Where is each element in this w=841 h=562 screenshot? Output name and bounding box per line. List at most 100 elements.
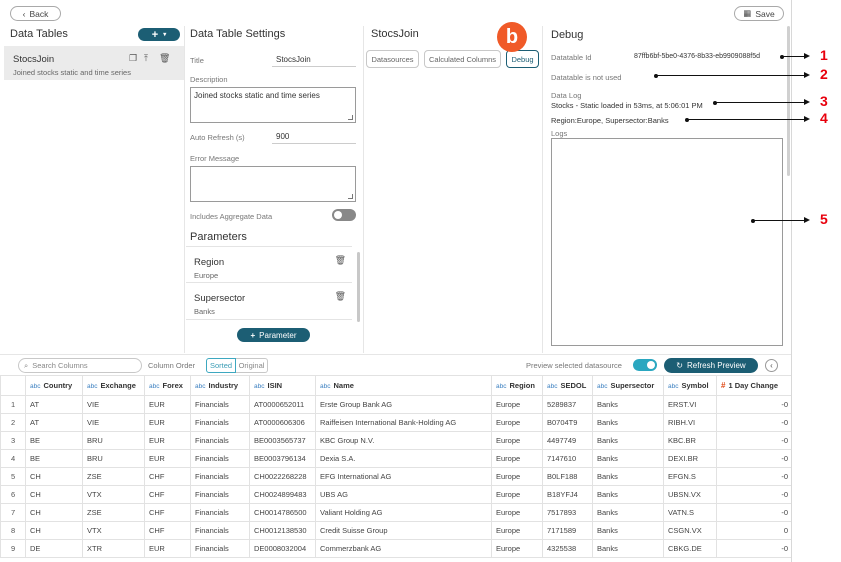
tab-debug[interactable]: Debug [506, 50, 539, 68]
table-cell: Europe [491, 449, 543, 468]
table-row[interactable]: 6 CH VTX CHF Financials CH0024899483 UBS AG Eur… [0, 485, 791, 504]
table-cell: CHF [144, 503, 191, 522]
table-row[interactable]: 9 DE XTR EUR Financials DE0008032004 Commerzba… [0, 539, 791, 558]
column-header[interactable]: abc Industry [190, 375, 250, 396]
table-cell: 4497749 [542, 431, 593, 450]
column-header-label: Country [43, 381, 73, 390]
column-header[interactable]: abc Exchange [82, 375, 145, 396]
refresh-preview-button[interactable]: ↻ Refresh Preview [664, 358, 758, 373]
logs-textarea[interactable] [551, 138, 783, 346]
table-cell: VIE [82, 413, 145, 432]
column-header[interactable]: abc SEDOL [542, 375, 593, 396]
column-header-label: Industry [208, 381, 239, 390]
table-row[interactable]: 3 BE BRU EUR Financials BE0003565737 KBC Group… [0, 431, 791, 450]
table-cell: CHF [144, 485, 191, 504]
text-type-icon: abc [496, 383, 507, 390]
column-header[interactable]: abc Supersector [592, 375, 664, 396]
debug-scrollbar[interactable] [787, 26, 790, 176]
table-cell: Financials [190, 467, 250, 486]
parameter-item-supersector[interactable]: Supersector Banks 🗑 [186, 283, 352, 320]
tab-datasources[interactable]: Datasources [366, 50, 419, 68]
column-header[interactable]: abc Symbol [663, 375, 717, 396]
arrow-icon [804, 72, 810, 78]
table-cell: CSGN.VX [663, 521, 717, 540]
table-cell: AT0000652011 [249, 395, 316, 414]
trash-icon[interactable]: 🗑 [159, 53, 170, 64]
error-message-textarea[interactable] [190, 166, 356, 202]
original-toggle[interactable]: Original [236, 358, 268, 373]
column-header[interactable]: abc Forex [144, 375, 191, 396]
column-header[interactable]: abc ISIN [249, 375, 316, 396]
table-cell: Raiffeisen International Bank-Holding AG [315, 413, 492, 432]
resize-handle-icon[interactable] [348, 194, 353, 199]
table-row[interactable]: 2 AT VIE EUR Financials AT0000606306 Raiffeise… [0, 413, 791, 432]
title-field[interactable]: StocsJoin [276, 55, 311, 64]
join-panel: StocsJoin Datasources Calculated Columns… [363, 26, 542, 353]
step-badge: b [497, 22, 527, 52]
data-tables-panel: Data Tables + ▾ StocsJoin Joined stocks … [4, 26, 184, 353]
parameter-item-region[interactable]: Region Europe 🗑 [186, 246, 352, 283]
back-button[interactable]: ‹ Back [10, 6, 61, 21]
table-cell: -0 [716, 449, 791, 468]
arrow-icon [804, 99, 810, 105]
parameters-scrollbar[interactable] [357, 252, 360, 322]
preview-label: Preview selected datasource [526, 361, 622, 370]
trash-icon[interactable]: 🗑 [335, 255, 346, 266]
add-data-table-button[interactable]: + ▾ [138, 28, 180, 41]
table-cell: CH0024899483 [249, 485, 316, 504]
table-cell: Europe [491, 503, 543, 522]
table-cell: Financials [190, 449, 250, 468]
arrow-icon [804, 217, 810, 223]
callout-number: 2 [820, 66, 828, 82]
table-row[interactable]: 4 BE BRU EUR Financials BE0003796134 Dexia S.A… [0, 449, 791, 468]
search-columns-input[interactable]: ⌕ Search Columns [18, 358, 142, 373]
table-row[interactable]: 8 CH VTX CHF Financials CH0012138530 Credit Su… [0, 521, 791, 540]
save-button[interactable]: ▦ Save [734, 6, 784, 21]
aggregate-toggle[interactable] [332, 209, 356, 221]
copy-icon[interactable]: ❐ [129, 53, 137, 64]
preview-toggle[interactable] [633, 359, 657, 371]
data-table-item[interactable]: StocsJoin Joined stocks static and time … [4, 46, 184, 80]
not-used-text: Datatable is not used [551, 73, 622, 82]
tab-calculated-columns[interactable]: Calculated Columns [424, 50, 501, 68]
number-type-icon: # [721, 381, 726, 390]
column-header[interactable]: #1 Day Change [716, 375, 791, 396]
sorted-toggle[interactable]: Sorted [206, 358, 236, 373]
data-table-name: StocsJoin [13, 54, 55, 65]
table-cell: EFGN.S [663, 467, 717, 486]
auto-refresh-field[interactable]: 900 [276, 132, 289, 141]
callout-number: 1 [820, 47, 828, 63]
description-label: Description [190, 75, 228, 84]
column-header[interactable]: abc Name [315, 375, 492, 396]
table-cell: Banks [592, 467, 664, 486]
callout-line [753, 220, 806, 221]
table-cell: Erste Group Bank AG [315, 395, 492, 414]
description-textarea[interactable]: Joined stocks static and time series [190, 87, 356, 123]
add-parameter-button[interactable]: + Parameter [237, 328, 310, 342]
table-cell: B18YFJ4 [542, 485, 593, 504]
text-type-icon: abc [668, 383, 679, 390]
table-cell: AT [25, 413, 83, 432]
table-cell: Financials [190, 413, 250, 432]
row-number: 9 [0, 539, 26, 558]
table-cell: ZSE [82, 467, 145, 486]
data-grid: abc Country abc Exchange abc Forex abc Industry… [0, 375, 791, 558]
table-cell: CH0014786500 [249, 503, 316, 522]
trash-icon[interactable]: 🗑 [335, 291, 346, 302]
resize-handle-icon[interactable] [348, 115, 353, 120]
table-row[interactable]: 1 AT VIE EUR Financials AT0000652011 Erste Gro… [0, 395, 791, 414]
table-cell: BRU [82, 449, 145, 468]
table-row[interactable]: 5 CH ZSE CHF Financials CH0022268228 EFG Inter… [0, 467, 791, 486]
column-header[interactable]: abc Region [491, 375, 543, 396]
upload-icon[interactable]: ⤒ [144, 53, 148, 64]
app-frame: ‹ Back ▦ Save Data Tables + ▾ StocsJoin … [0, 0, 792, 562]
table-cell: Europe [491, 539, 543, 558]
parameters-line: Region:Europe, Supersector:Banks [551, 116, 669, 125]
collapse-button[interactable]: ‹ [765, 359, 778, 372]
row-number: 5 [0, 467, 26, 486]
table-cell: Financials [190, 395, 250, 414]
table-row[interactable]: 7 CH ZSE CHF Financials CH0014786500 Valiant H… [0, 503, 791, 522]
column-header[interactable]: abc Country [25, 375, 83, 396]
table-cell: VIE [82, 395, 145, 414]
callout-line [687, 119, 806, 120]
